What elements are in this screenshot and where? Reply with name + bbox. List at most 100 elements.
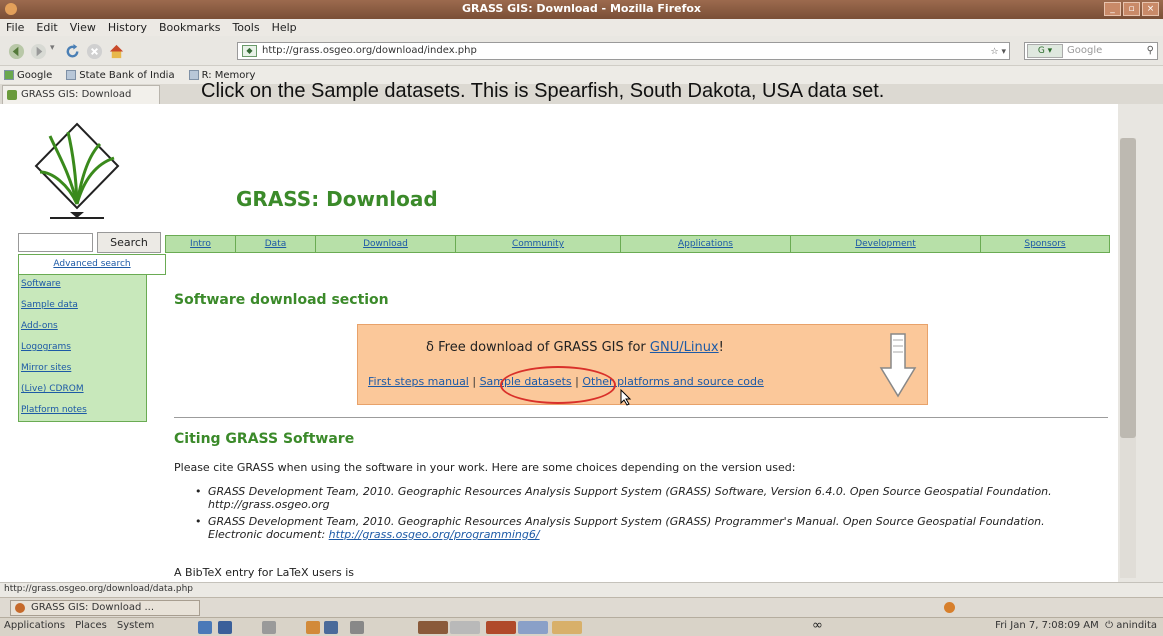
citation-list: GRASS Development Team, 2010. Geographic…: [195, 485, 1100, 545]
grass-favicon-icon: [7, 90, 17, 100]
launcher-icon[interactable]: [306, 621, 320, 634]
reload-icon[interactable]: [64, 43, 81, 60]
nav-applications[interactable]: Applications: [621, 236, 791, 252]
tutorial-caption: Click on the Sample datasets. This is Sp…: [201, 80, 885, 102]
first-steps-link[interactable]: First steps manual: [368, 375, 469, 388]
menu-history[interactable]: History: [108, 21, 147, 34]
home-icon[interactable]: [108, 43, 125, 60]
workspace-thumb[interactable]: [518, 621, 548, 634]
forward-icon[interactable]: [30, 43, 47, 60]
close-button[interactable]: ×: [1142, 2, 1159, 16]
sidebar-item-logograms[interactable]: Logograms: [21, 340, 144, 361]
nav-community[interactable]: Community: [456, 236, 621, 252]
launcher-icon[interactable]: [324, 621, 338, 634]
menu-edit[interactable]: Edit: [36, 21, 57, 34]
bookmark-google[interactable]: Google: [4, 70, 52, 81]
bibtex-text: A BibTeX entry for LaTeX users is: [174, 566, 354, 579]
launcher-icon[interactable]: [198, 621, 212, 634]
panel-clock[interactable]: Fri Jan 7, 7:08:09 AM ⏻ anindita: [995, 620, 1157, 631]
url-dropdown-icon[interactable]: ☆ ▾: [991, 44, 1006, 60]
magnifier-icon[interactable]: ⚲: [1147, 43, 1154, 59]
grass-logo-icon: [34, 122, 120, 219]
site-search-input[interactable]: [18, 233, 93, 252]
search-engine-placeholder[interactable]: Google: [1067, 45, 1102, 56]
applications-menu[interactable]: Applications: [4, 620, 65, 631]
nav-data[interactable]: Data: [236, 236, 316, 252]
window-titlebar: GRASS GIS: Download - Mozilla Firefox _ …: [0, 0, 1163, 19]
gnu-linux-link[interactable]: GNU/Linux: [650, 340, 719, 355]
scroll-thumb[interactable]: [1120, 138, 1136, 438]
top-panel: Applications Places System ∞ Fri Jan 7, …: [0, 617, 1163, 636]
infinity-icon[interactable]: ∞: [812, 618, 834, 633]
mouse-cursor-icon: [620, 389, 632, 406]
workspace-thumb[interactable]: [486, 621, 516, 634]
citation-item: GRASS Development Team, 2010. Geographic…: [195, 485, 1100, 511]
minimize-button[interactable]: _: [1104, 2, 1121, 16]
bookmark-sbi[interactable]: State Bank of India: [66, 70, 175, 81]
firefox-icon: [15, 603, 25, 613]
menu-bar: File Edit View History Bookmarks Tools H…: [0, 19, 1163, 36]
sidebar-item-sample-data[interactable]: Sample data: [21, 298, 144, 319]
back-icon[interactable]: [8, 43, 25, 60]
launcher-icon[interactable]: [350, 621, 364, 634]
search-engine-box[interactable]: G ▾ Google ⚲: [1024, 42, 1158, 60]
notification-icon[interactable]: [944, 602, 955, 613]
url-text[interactable]: http://grass.osgeo.org/download/index.ph…: [262, 45, 477, 56]
download-line: δ Free download of GRASS GIS for GNU/Lin…: [426, 340, 724, 355]
menu-tools[interactable]: Tools: [232, 21, 259, 34]
page-icon: [66, 70, 77, 80]
places-menu[interactable]: Places: [75, 620, 107, 631]
advanced-search-link[interactable]: Advanced search: [18, 254, 166, 275]
divider: [174, 417, 1108, 418]
nav-development[interactable]: Development: [791, 236, 981, 252]
sidebar-item-mirror-sites[interactable]: Mirror sites: [21, 361, 144, 382]
sidebar-item-live-cdrom[interactable]: (Live) CDROM: [21, 382, 144, 403]
system-menu[interactable]: System: [117, 620, 154, 631]
navigation-toolbar: ▾ ◆ http://grass.osgeo.org/download/inde…: [0, 36, 1163, 66]
maximize-button[interactable]: ▫: [1123, 2, 1140, 16]
download-box: δ Free download of GRASS GIS for GNU/Lin…: [357, 324, 928, 405]
workspace-thumb[interactable]: [450, 621, 480, 634]
sidebar-item-platform-notes[interactable]: Platform notes: [21, 403, 144, 424]
nav-download[interactable]: Download: [316, 236, 456, 252]
page-scrollbar[interactable]: [1118, 104, 1163, 582]
status-bar: http://grass.osgeo.org/download/data.php: [0, 582, 1163, 597]
nav-intro[interactable]: Intro: [166, 236, 236, 252]
url-bar[interactable]: ◆ http://grass.osgeo.org/download/index.…: [237, 42, 1010, 60]
citing-intro: Please cite GRASS when using the softwar…: [174, 461, 796, 474]
top-navigation: Intro Data Download Community Applicatio…: [165, 235, 1110, 253]
tab-grass-download[interactable]: GRASS GIS: Download: [2, 85, 160, 104]
launcher-icon[interactable]: [262, 621, 276, 634]
workspace-thumb[interactable]: [418, 621, 448, 634]
site-search-button[interactable]: Search: [97, 232, 161, 253]
history-dropdown-icon[interactable]: ▾: [50, 43, 58, 60]
window-title: GRASS GIS: Download - Mozilla Firefox: [461, 2, 702, 15]
window-controls: _ ▫ ×: [1104, 2, 1159, 16]
citing-heading: Citing GRASS Software: [174, 431, 355, 447]
nav-sponsors[interactable]: Sponsors: [981, 236, 1109, 252]
workspace-thumb[interactable]: [552, 621, 582, 634]
bookmark-r-memory[interactable]: R: Memory: [188, 70, 255, 81]
taskbar-window-button[interactable]: GRASS GIS: Download ...: [10, 600, 200, 616]
window-list-panel: GRASS GIS: Download ...: [0, 597, 1163, 617]
launcher-icon[interactable]: [218, 621, 232, 634]
menu-view[interactable]: View: [70, 21, 96, 34]
sidebar-item-add-ons[interactable]: Add-ons: [21, 319, 144, 340]
programming-manual-link[interactable]: http://grass.osgeo.org/programming6/: [329, 528, 540, 541]
stop-icon[interactable]: [86, 43, 103, 60]
web-page: GRASS: Download Search Intro Data Downlo…: [0, 104, 1118, 582]
menu-bookmarks[interactable]: Bookmarks: [159, 21, 220, 34]
penguin-icon: δ: [426, 340, 434, 355]
google-bookmark-icon: [4, 70, 14, 80]
page-icon: [188, 70, 199, 80]
menu-help[interactable]: Help: [272, 21, 297, 34]
menu-file[interactable]: File: [6, 21, 24, 34]
page-title: GRASS: Download: [236, 187, 438, 211]
google-engine-icon[interactable]: G ▾: [1027, 44, 1063, 58]
section-heading: Software download section: [174, 292, 389, 308]
sidebar-item-software[interactable]: Software: [21, 277, 144, 298]
citation-item: GRASS Development Team, 2010. Geographic…: [195, 515, 1100, 541]
panel-menus: Applications Places System: [4, 620, 154, 631]
download-arrow-icon: [879, 333, 917, 398]
site-identity-icon[interactable]: ◆: [242, 45, 257, 57]
